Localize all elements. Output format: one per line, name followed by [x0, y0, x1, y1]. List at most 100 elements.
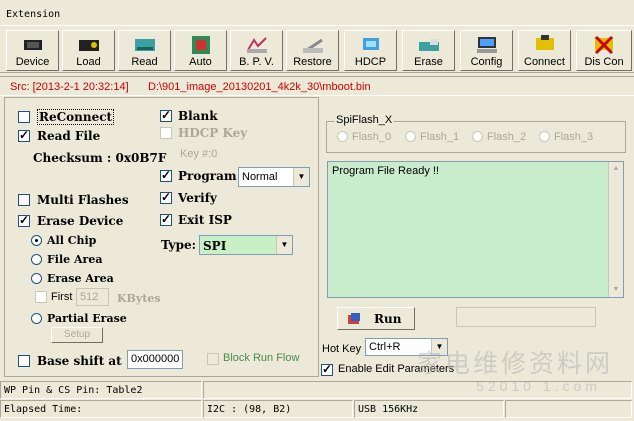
- toolbar-button-device[interactable]: Device: [6, 30, 59, 71]
- base-shift-input[interactable]: 0x000000: [127, 350, 183, 369]
- read-icon: [134, 39, 155, 51]
- toolbar-button-config[interactable]: Config: [460, 30, 513, 71]
- all-chip-radio[interactable]: [31, 235, 42, 246]
- menu-extension[interactable]: Extension: [6, 9, 60, 20]
- type-value: SPI: [203, 239, 227, 253]
- first-checkbox[interactable]: [35, 291, 47, 303]
- toolbar-button-read[interactable]: Read: [118, 30, 171, 71]
- kbytes-label: KBytes: [117, 292, 161, 305]
- toolbar-button-label: Dis Con: [584, 56, 624, 68]
- toolbar-button-label: Config: [470, 56, 503, 68]
- source-path: D:\901_image_20130201_4k2k_30\mboot.bin: [148, 81, 371, 93]
- run-icon: [348, 313, 360, 324]
- scroll-down-icon[interactable]: ▼: [609, 283, 623, 297]
- toolbar-button-label: Auto: [189, 56, 212, 68]
- toolbar-button-erase[interactable]: Erase: [402, 30, 455, 71]
- source-timestamp: Src: [2013-2-1 20:32:14]: [10, 81, 129, 93]
- verify-checkbox[interactable]: ✓: [160, 190, 172, 204]
- run-progress-box: [456, 307, 596, 327]
- spiflash-radio-3[interactable]: [539, 131, 550, 142]
- watermark-text: 家电维修资料网: [417, 349, 614, 378]
- file-area-label: File Area: [47, 253, 103, 266]
- toolbar-button-label: Connect: [524, 56, 565, 68]
- multi-flashes-checkbox[interactable]: [18, 194, 30, 206]
- erase-area-label: Erase Area: [47, 272, 114, 285]
- spiflash-radio-2[interactable]: [472, 131, 483, 142]
- hotkey-label: Hot Key: [322, 343, 362, 355]
- erase-device-checkbox[interactable]: ✓: [18, 213, 30, 227]
- key-number-label: Key #:0: [180, 148, 218, 160]
- checksum-label: Checksum : 0x0B7F: [33, 151, 167, 165]
- spiflash-radio-label: Flash_2: [487, 131, 527, 143]
- multi-flashes-label: Multi Flashes: [37, 193, 129, 207]
- status-elapsed: Elapsed Time:: [0, 400, 202, 418]
- verify-label: Verify: [178, 191, 217, 205]
- chevron-down-icon: ▼: [276, 236, 292, 254]
- connect-icon: [535, 35, 554, 50]
- type-select[interactable]: SPI ▼: [199, 235, 293, 255]
- config-icon: [476, 37, 497, 53]
- hdcp-key-checkbox[interactable]: [160, 127, 172, 139]
- toolbar-button-auto[interactable]: Auto: [174, 30, 227, 71]
- toolbar-button-connect[interactable]: Connect: [518, 30, 571, 71]
- toolbar-button-hdcp[interactable]: HDCP: [344, 30, 397, 71]
- toolbar-button-label: Device: [15, 56, 50, 68]
- disconnect-icon: [594, 35, 614, 55]
- toolbar-button-b-p-v[interactable]: B. P. V.: [230, 30, 283, 71]
- toolbar: Device Load Read Auto B. P. V. Restore HDCP Era…: [0, 27, 634, 73]
- toolbar-button-restore[interactable]: Restore: [286, 30, 339, 71]
- log-scrollbar[interactable]: ▲ ▼: [608, 162, 623, 297]
- program-checkbox[interactable]: ✓: [160, 168, 172, 182]
- toolbar-button-load[interactable]: Load: [62, 30, 115, 71]
- toolbar-button-dis-con[interactable]: Dis Con: [576, 30, 632, 71]
- scroll-up-icon[interactable]: ▲: [609, 162, 623, 176]
- spiflash-radio-1[interactable]: [405, 131, 416, 142]
- source-line: Src: [2013-2-1 20:32:14] D:\901_image_20…: [0, 76, 634, 96]
- run-button[interactable]: Run: [337, 307, 415, 330]
- toolbar-button-label: Load: [76, 56, 101, 68]
- first-kbytes-input[interactable]: 512: [76, 288, 109, 306]
- blank-label: Blank: [178, 109, 218, 123]
- hdcp-key-label: HDCP Key: [178, 126, 248, 140]
- spiflash-radio-0[interactable]: [337, 131, 348, 142]
- exit-isp-checkbox[interactable]: ✓: [160, 212, 172, 226]
- enable-edit-checkbox[interactable]: ✓: [321, 362, 333, 376]
- menu-bar: Extension: [0, 0, 634, 26]
- toolbar-button-label: HDCP: [354, 56, 387, 68]
- first-label: First: [51, 291, 73, 303]
- partial-erase-label: Partial Erase: [47, 312, 127, 325]
- base-shift-label: Base shift at: [37, 354, 122, 368]
- program-mode-select[interactable]: Normal ▼: [238, 167, 310, 187]
- reconnect-checkbox[interactable]: [18, 111, 30, 123]
- block-run-flow-label: Block Run Flow: [223, 352, 300, 364]
- spiflash-radio-label: Flash_0: [352, 131, 392, 143]
- setup-button[interactable]: Setup: [51, 327, 103, 343]
- spiflash-title: SpiFlash_X: [334, 114, 395, 126]
- auto-icon: [191, 36, 210, 54]
- restore-icon: [302, 38, 323, 54]
- erase-area-radio[interactable]: [31, 273, 42, 284]
- log-box[interactable]: Program File Ready !! ▲ ▼: [327, 161, 624, 298]
- toolbar-button-label: Erase: [414, 56, 443, 68]
- partial-erase-radio[interactable]: [31, 313, 42, 324]
- status-wp-pin: WP Pin & CS Pin: Table2: [0, 381, 202, 399]
- bpv-icon: [246, 37, 267, 53]
- spiflash-radio-label: Flash_1: [420, 131, 460, 143]
- base-shift-checkbox[interactable]: [18, 355, 30, 367]
- file-area-radio[interactable]: [31, 254, 42, 265]
- exit-isp-label: Exit ISP: [178, 213, 232, 227]
- block-run-flow-checkbox[interactable]: [207, 353, 219, 365]
- toolbar-button-label: Read: [131, 56, 158, 68]
- type-label: Type:: [161, 238, 197, 252]
- status-extra: [505, 400, 632, 418]
- hotkey-value: Ctrl+R: [369, 341, 401, 353]
- blank-checkbox[interactable]: ✓: [160, 108, 172, 122]
- toolbar-button-label: B. P. V.: [239, 56, 274, 68]
- log-text: Program File Ready !!: [332, 165, 439, 177]
- chevron-down-icon: ▼: [293, 168, 309, 186]
- chip-load-icon: [78, 40, 99, 51]
- read-file-checkbox[interactable]: ✓: [18, 128, 30, 142]
- status-blank: [203, 381, 632, 399]
- chip-icon: [23, 40, 42, 50]
- program-label: Program: [178, 169, 237, 183]
